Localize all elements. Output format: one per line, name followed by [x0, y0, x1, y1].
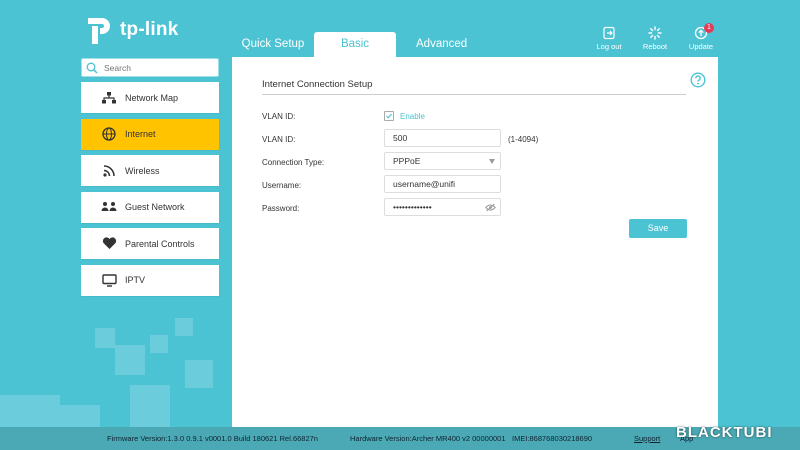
title-divider: [262, 94, 686, 95]
reboot-label: Reboot: [642, 42, 668, 51]
vlan-id-range-hint: (1-4094): [508, 135, 539, 144]
sidebar-item-label: IPTV: [125, 275, 146, 285]
vlan-enable-label: VLAN ID:: [262, 112, 296, 121]
sidebar-item-label: Guest Network: [125, 202, 185, 212]
tab-quick-setup[interactable]: Quick Setup: [232, 32, 314, 57]
tv-icon: [98, 273, 120, 287]
sidebar-item-label: Wireless: [125, 165, 160, 176]
vlan-enable-option: Enable: [400, 111, 425, 121]
checkbox-box: [384, 111, 394, 121]
reboot-button[interactable]: Reboot: [632, 26, 678, 51]
brand-name: tp-link: [120, 19, 179, 40]
logout-label: Log out: [596, 42, 622, 51]
tab-advanced[interactable]: Advanced: [404, 32, 479, 57]
tp-link-logo: tp-link: [82, 14, 178, 46]
password-field[interactable]: •••••••••••••: [384, 198, 501, 216]
username-field[interactable]: username@unifi: [384, 175, 501, 193]
sidebar-item-label: Parental Controls: [125, 238, 195, 249]
update-label: Update: [688, 42, 714, 51]
sidebar-item-iptv[interactable]: IPTV: [81, 264, 219, 296]
imei: IMEI:868768030218690: [512, 434, 593, 443]
sidebar-nav: Network Map Internet Wireless Guest Netw…: [81, 82, 219, 301]
watermark: BLACKTUBI: [676, 424, 773, 441]
tp-link-logo-icon: [82, 14, 116, 46]
connection-type-value: PPPoE: [393, 156, 421, 166]
globe-icon: [98, 127, 120, 141]
firmware-version: Firmware Version:1.3.0 0.9.1 v0001.0 Bui…: [107, 434, 318, 443]
check-icon: [386, 113, 392, 119]
wireless-icon: [98, 164, 120, 177]
tab-basic[interactable]: Basic: [314, 32, 396, 57]
top-actions: Log out Reboot 1 Update: [586, 23, 724, 51]
search-input[interactable]: [102, 61, 206, 74]
password-value: •••••••••••••: [393, 202, 432, 212]
vlan-enable-checkbox[interactable]: Enable: [384, 111, 425, 121]
sidebar-item-label: Network Map: [125, 92, 179, 103]
search-icon: [86, 62, 98, 74]
connection-type-label: Connection Type:: [262, 158, 325, 167]
reboot-icon: [648, 26, 662, 40]
update-badge: 1: [704, 23, 714, 33]
save-button[interactable]: Save: [629, 219, 687, 238]
vlan-id-field[interactable]: 500: [384, 129, 501, 147]
heart-icon: [98, 237, 120, 250]
page-title: Internet Connection Setup: [262, 79, 373, 90]
logout-icon: [603, 26, 615, 40]
chevron-down-icon: [489, 159, 495, 164]
password-label: Password:: [262, 204, 300, 213]
sidebar-item-guest-network[interactable]: Guest Network: [81, 191, 219, 223]
update-button[interactable]: 1 Update: [678, 23, 724, 51]
help-icon[interactable]: [690, 72, 706, 88]
sidebar-item-parental-controls[interactable]: Parental Controls: [81, 228, 219, 259]
sidebar-item-network-map[interactable]: Network Map: [81, 82, 219, 113]
search-box: [81, 58, 219, 77]
network-map-icon: [98, 91, 120, 104]
username-label: Username:: [262, 181, 302, 190]
sidebar-item-label: Internet: [125, 129, 156, 139]
connection-type-select[interactable]: PPPoE: [384, 152, 501, 170]
main-panel: Internet Connection Setup VLAN ID: Enabl…: [232, 57, 718, 427]
sidebar-item-wireless[interactable]: Wireless: [81, 155, 219, 186]
guest-network-icon: [98, 201, 120, 213]
hide-password-icon[interactable]: [485, 203, 496, 212]
main-tabs: Quick Setup Basic Advanced: [232, 32, 479, 57]
support-link[interactable]: Support: [634, 434, 660, 443]
hardware-version: Hardware Version:Archer MR400 v2 0000000…: [350, 434, 506, 443]
logout-button[interactable]: Log out: [586, 26, 632, 51]
sidebar-item-internet[interactable]: Internet: [81, 118, 219, 150]
vlan-id-label: VLAN ID:: [262, 135, 296, 144]
